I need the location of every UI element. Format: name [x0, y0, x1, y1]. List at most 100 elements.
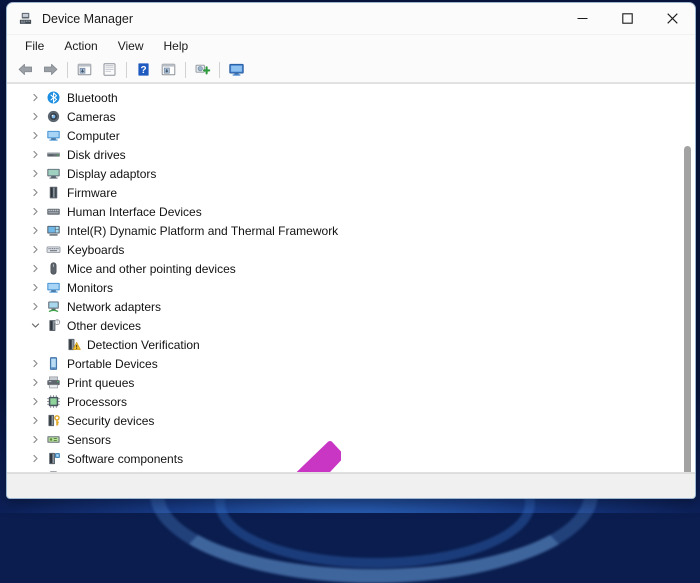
chevron-right-icon[interactable] — [27, 264, 43, 273]
chevron-right-icon[interactable] — [27, 283, 43, 292]
tree-item-print-queues[interactable]: Print queues — [7, 373, 681, 392]
chevron-right-icon — [31, 283, 40, 292]
tree-item-content[interactable]: Bluetooth — [43, 88, 124, 107]
scrollbar-thumb[interactable] — [684, 146, 691, 473]
chevron-right-icon[interactable] — [27, 112, 43, 121]
chevron-right-icon[interactable] — [27, 169, 43, 178]
toolbar-separator-3 — [185, 62, 186, 78]
chevron-right-icon[interactable] — [27, 207, 43, 216]
maximize-button[interactable] — [605, 3, 650, 34]
network-adapter-icon — [43, 299, 63, 314]
tree-item-content[interactable]: Portable Devices — [43, 354, 164, 373]
update-driver-button[interactable] — [156, 59, 181, 81]
tree-item-sensors[interactable]: Sensors — [7, 430, 681, 449]
printer-icon — [43, 375, 63, 390]
tree-item-software-components[interactable]: Software components — [7, 449, 681, 468]
keyboard-icon — [43, 242, 63, 257]
tree-item-label: Firmware — [63, 186, 123, 200]
menu-help[interactable]: Help — [155, 37, 198, 56]
chevron-right-icon — [31, 302, 40, 311]
tree-item-portable-devices[interactable]: Portable Devices — [7, 354, 681, 373]
software-device-icon — [43, 470, 63, 472]
help-button[interactable]: ? — [131, 59, 156, 81]
tree-item-content[interactable]: Security devices — [43, 411, 160, 430]
firmware-icon — [43, 185, 63, 200]
tree-item-content[interactable]: Display adaptors — [43, 164, 162, 183]
tree-item-content[interactable]: Software components — [43, 449, 189, 468]
close-button[interactable] — [650, 3, 695, 34]
tree-item-cameras[interactable]: Cameras — [7, 107, 681, 126]
tree-item-content[interactable]: Sensors — [43, 430, 117, 449]
tree-item-label: Cameras — [63, 110, 122, 124]
tree-item-firmware[interactable]: Firmware — [7, 183, 681, 202]
disk-drive-icon — [43, 147, 63, 162]
show-hide-console-tree-button[interactable] — [72, 59, 97, 81]
tree-item-keyboards[interactable]: Keyboards — [7, 240, 681, 259]
back-button[interactable] — [13, 59, 38, 81]
tree-item-content[interactable]: Detection Verification — [63, 335, 206, 354]
tree-item-content[interactable]: Firmware — [43, 183, 123, 202]
chevron-right-icon — [31, 188, 40, 197]
tree-item-label: Print queues — [63, 376, 140, 390]
chevron-right-icon — [31, 226, 40, 235]
tree-item-mice-and-other-pointing-devices[interactable]: Mice and other pointing devices — [7, 259, 681, 278]
tree-item-disk-drives[interactable]: Disk drives — [7, 145, 681, 164]
chevron-right-icon[interactable] — [27, 226, 43, 235]
window-title: Device Manager — [42, 12, 133, 26]
chevron-right-icon[interactable] — [27, 359, 43, 368]
display-devices-button[interactable] — [224, 59, 249, 81]
tree-item-display-adaptors[interactable]: Display adaptors — [7, 164, 681, 183]
tree-item-bluetooth[interactable]: Bluetooth — [7, 88, 681, 107]
chevron-down-icon[interactable] — [27, 321, 43, 330]
tree-item-label: Bluetooth — [63, 91, 124, 105]
chevron-right-icon[interactable] — [27, 416, 43, 425]
chevron-right-icon[interactable] — [27, 93, 43, 102]
chevron-right-icon[interactable] — [27, 302, 43, 311]
tree-item-content[interactable]: Network adapters — [43, 297, 167, 316]
chevron-right-icon[interactable] — [27, 378, 43, 387]
vertical-scrollbar[interactable] — [681, 84, 694, 472]
tree-item-content[interactable]: Software devices — [43, 468, 164, 472]
tree-item-software-devices[interactable]: Software devices — [7, 468, 681, 472]
tree-item-content[interactable]: Monitors — [43, 278, 119, 297]
forward-button[interactable] — [38, 59, 63, 81]
tree-item-monitors[interactable]: Monitors — [7, 278, 681, 297]
chevron-right-icon[interactable] — [27, 245, 43, 254]
camera-icon — [43, 109, 63, 124]
tree-item-content[interactable]: Human Interface Devices — [43, 202, 208, 221]
tree-item-content[interactable]: Computer — [43, 126, 126, 145]
tree-item-content[interactable]: ?Other devices — [43, 316, 147, 335]
tree-item-label: Sensors — [63, 433, 117, 447]
tree-item-content[interactable]: Disk drives — [43, 145, 132, 164]
menu-action[interactable]: Action — [55, 37, 106, 56]
chevron-right-icon[interactable] — [27, 397, 43, 406]
chevron-right-icon[interactable] — [27, 435, 43, 444]
chevron-right-icon — [31, 150, 40, 159]
menu-file[interactable]: File — [16, 37, 53, 56]
tree-item-human-interface-devices[interactable]: Human Interface Devices — [7, 202, 681, 221]
tree-item-content[interactable]: Processors — [43, 392, 133, 411]
chevron-right-icon — [31, 397, 40, 406]
menu-view[interactable]: View — [109, 37, 153, 56]
tree-item-label: Other devices — [63, 319, 147, 333]
chevron-right-icon[interactable] — [27, 131, 43, 140]
tree-item-processors[interactable]: Processors — [7, 392, 681, 411]
tree-item-other-devices[interactable]: ?Other devices — [7, 316, 681, 335]
properties-button[interactable] — [97, 59, 122, 81]
tree-item-content[interactable]: Intel(R) Dynamic Platform and Thermal Fr… — [43, 221, 344, 240]
tree-item-network-adapters[interactable]: Network adapters — [7, 297, 681, 316]
chevron-right-icon[interactable] — [27, 188, 43, 197]
tree-item-content[interactable]: Print queues — [43, 373, 140, 392]
tree-item-intel-r-dynamic-platform-and-thermal-framework[interactable]: Intel(R) Dynamic Platform and Thermal Fr… — [7, 221, 681, 240]
tree-item-security-devices[interactable]: Security devices — [7, 411, 681, 430]
tree-item-content[interactable]: Keyboards — [43, 240, 130, 259]
chevron-right-icon[interactable] — [27, 150, 43, 159]
toolbar-separator-4 — [219, 62, 220, 78]
scan-hardware-changes-button[interactable] — [190, 59, 215, 81]
minimize-button[interactable] — [560, 3, 605, 34]
tree-item-content[interactable]: Mice and other pointing devices — [43, 259, 242, 278]
tree-item-detection-verification[interactable]: Detection Verification — [7, 335, 681, 354]
tree-item-content[interactable]: Cameras — [43, 107, 122, 126]
chevron-right-icon[interactable] — [27, 454, 43, 463]
tree-item-computer[interactable]: Computer — [7, 126, 681, 145]
